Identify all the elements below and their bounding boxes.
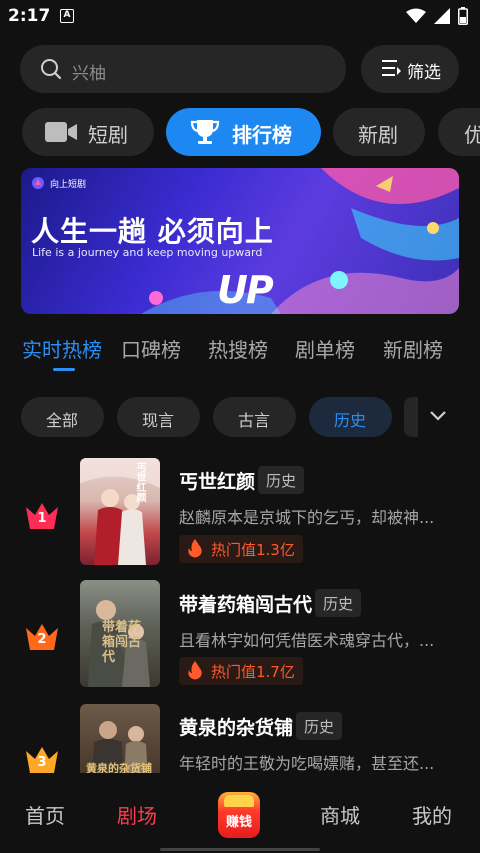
search-icon [41, 59, 62, 80]
filter-button[interactable]: 筛选 [361, 45, 459, 93]
genre-tag: 历史 [296, 712, 343, 740]
hot-value-badge: 热门值1.3亿 [179, 535, 303, 563]
rank-number: 2 [37, 632, 47, 647]
home-indicator [160, 848, 320, 851]
nav-theater[interactable]: 剧场 [117, 800, 157, 829]
chip-label: 全部 [46, 411, 79, 430]
genre-chip-more[interactable] [404, 397, 418, 437]
tab-label: 新剧 [358, 123, 398, 147]
status-icons [406, 7, 468, 25]
chip-label: 现言 [142, 411, 175, 430]
hot-value-badge: 热门值1.7亿 [179, 657, 303, 685]
status-bar: 2:17 A [0, 0, 480, 34]
rank-tab-hot-search[interactable]: 热搜榜 [208, 334, 268, 363]
search-placeholder: 兴柚 [72, 64, 106, 84]
item-title[interactable]: 黄泉的杂货铺 [179, 713, 293, 740]
trophy-icon [190, 120, 220, 144]
video-camera-icon [45, 122, 77, 142]
flame-icon [188, 661, 202, 680]
banner-subtitle: Life is a journey and keep moving upward [32, 246, 263, 259]
nav-home[interactable]: 首页 [25, 800, 65, 829]
search-bar[interactable]: 兴柚 [20, 45, 346, 93]
rank-number: 1 [37, 511, 47, 526]
poster-title-art: 带着药箱闯古代 [102, 620, 142, 665]
tab-label: 优 [464, 123, 480, 147]
tab-new-drama[interactable]: 新剧 [333, 108, 425, 156]
poster-image[interactable]: 带着药箱闯古代 [80, 580, 160, 687]
rank-tab-reputation[interactable]: 口碑榜 [121, 334, 181, 363]
rank-number: 3 [37, 755, 47, 770]
bottom-nav: 首页 剧场 赚钱 商城 我的 [0, 775, 480, 853]
brand-logo-icon [32, 177, 44, 189]
poster-image[interactable]: 黄泉的杂货铺 [80, 704, 160, 773]
list-item[interactable]: 3 黄泉的杂货铺 黄泉的杂货铺 历史 年轻时的王敬为吃喝嫖赌，甚至还... [0, 703, 480, 773]
genre-tag: 历史 [315, 589, 362, 617]
earn-label: 赚钱 [225, 815, 252, 830]
tab-label: 排行榜 [232, 123, 292, 147]
list-item[interactable]: 1 丐世红颜 丐世红颜 历史 赵麟原本是京城下的乞丐，却被神... 热门值1.3… [0, 457, 480, 567]
item-title[interactable]: 带着药箱闯古代 [179, 590, 312, 617]
genre-chip-modern[interactable]: 现言 [117, 397, 200, 437]
rank-tab-indicator [53, 368, 75, 371]
status-time: 2:17 [8, 6, 51, 26]
banner-up-text: UP [217, 268, 274, 312]
chevron-down-icon[interactable] [428, 406, 448, 426]
banner-logo-text: 向上短剧 [50, 179, 87, 190]
flame-icon [188, 539, 202, 558]
tab-more[interactable]: 优 [438, 108, 480, 156]
genre-chip-ancient[interactable]: 古言 [213, 397, 296, 437]
rank-tab-new[interactable]: 新剧榜 [383, 334, 443, 363]
banner-title: 人生一趟 必须向上 [31, 215, 274, 248]
poster-art [80, 458, 160, 565]
poster-title-art: 黄泉的杂货铺 [86, 762, 152, 773]
tab-ranking[interactable]: 排行榜 [166, 108, 321, 156]
item-description: 且看林宇如何凭借医术魂穿古代，... [179, 631, 435, 650]
accessibility-icon: A [60, 9, 74, 23]
nav-earn-button[interactable]: 赚钱 [218, 792, 260, 838]
signal-icon [434, 8, 450, 24]
rank-tab-playlist[interactable]: 剧单榜 [295, 334, 355, 363]
genre-chip-history[interactable]: 历史 [309, 397, 392, 437]
nav-mine[interactable]: 我的 [412, 800, 452, 829]
tab-short-drama[interactable]: 短剧 [22, 108, 154, 156]
tab-label: 短剧 [88, 123, 128, 147]
hot-value: 热门值1.3亿 [211, 541, 295, 559]
chip-label: 历史 [334, 411, 367, 430]
banner-logo: 向上短剧 [31, 176, 86, 190]
item-description: 赵麟原本是京城下的乞丐，却被神... [179, 508, 435, 527]
poster-title-art: 丐世红颜 [134, 462, 145, 502]
filter-label: 筛选 [407, 63, 441, 83]
battery-icon [458, 7, 468, 25]
rank-badge: 2 [24, 620, 60, 654]
chip-label: 古言 [238, 411, 271, 430]
nav-mall[interactable]: 商城 [320, 800, 360, 829]
earn-icon [224, 795, 254, 807]
genre-chip-all[interactable]: 全部 [21, 397, 104, 437]
promo-banner[interactable]: 向上短剧 人生一趟 必须向上 Life is a journey and kee… [21, 168, 459, 314]
list-item[interactable]: 2 带着药箱闯古代 带着药箱闯古代 历史 且看林宇如何凭借医术魂穿古代，... … [0, 580, 480, 690]
filter-icon [382, 60, 401, 76]
rank-badge: 1 [24, 499, 60, 533]
rank-badge: 3 [24, 743, 60, 773]
rank-tab-realtime[interactable]: 实时热榜 [22, 334, 102, 363]
wifi-icon [406, 8, 426, 23]
poster-image[interactable]: 丐世红颜 [80, 458, 160, 565]
genre-tag: 历史 [258, 466, 305, 494]
item-description: 年轻时的王敬为吃喝嫖赌，甚至还... [179, 754, 435, 773]
hot-value: 热门值1.7亿 [211, 663, 295, 681]
item-title[interactable]: 丐世红颜 [179, 467, 255, 494]
